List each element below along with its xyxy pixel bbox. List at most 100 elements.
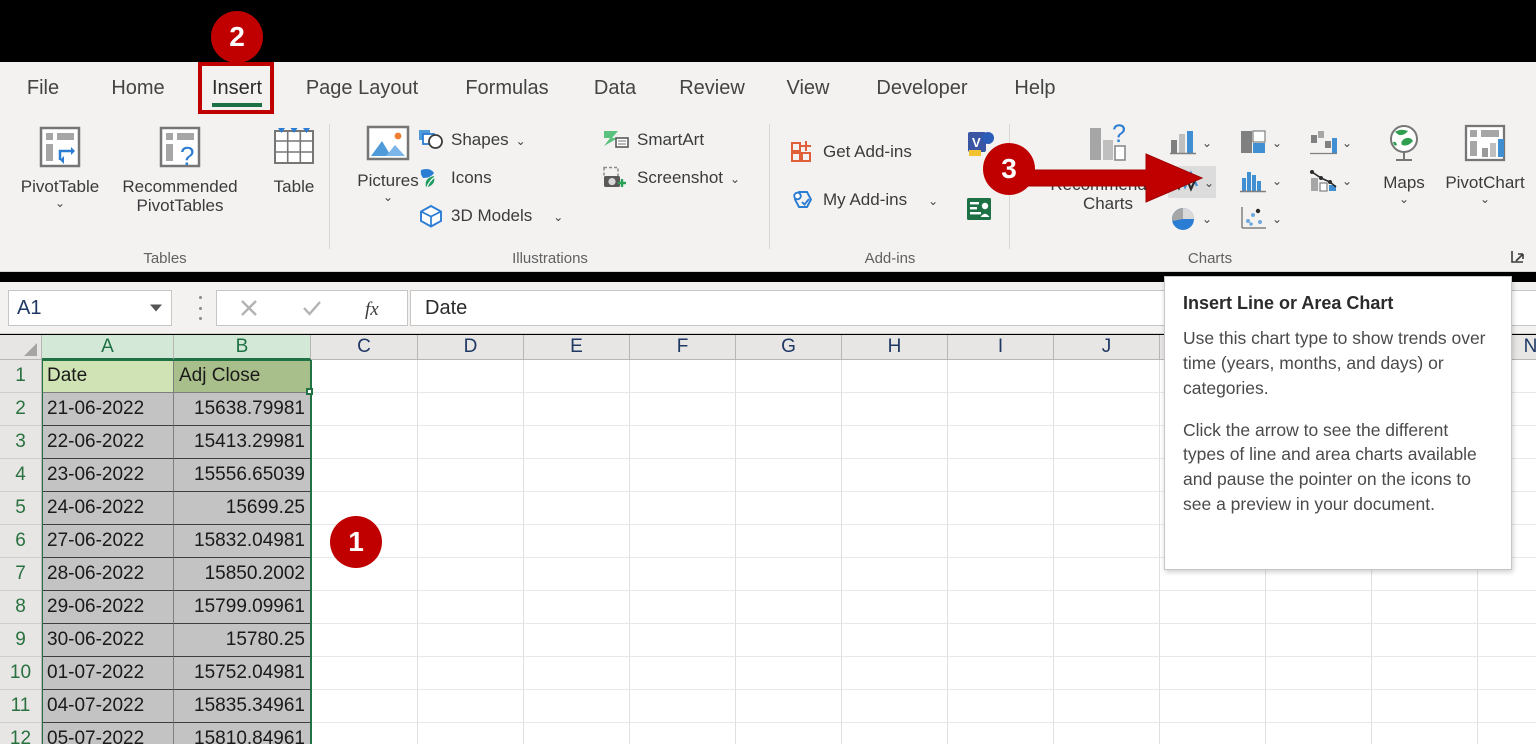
cell-H1[interactable] [842,360,948,393]
my-addins-button[interactable]: My Add-ins ⌄ [790,188,938,212]
cell-B3[interactable]: 15413.29981 [174,426,311,459]
cell-A5[interactable]: 24-06-2022 [42,492,174,525]
cell-G2[interactable] [736,393,842,426]
cell-H4[interactable] [842,459,948,492]
cell-J12[interactable] [1054,723,1160,744]
cell-D3[interactable] [418,426,524,459]
row-header-11[interactable]: 11 [0,690,42,723]
cell-M12[interactable] [1372,723,1478,744]
cell-C4[interactable] [311,459,418,492]
column-header-a[interactable]: A [42,335,174,360]
cell-F10[interactable] [630,657,736,690]
3d-models-button[interactable]: 3D Models ⌄ [418,204,563,228]
cell-A10[interactable]: 01-07-2022 [42,657,174,690]
cell-L8[interactable] [1266,591,1372,624]
cell-M8[interactable] [1372,591,1478,624]
cell-A4[interactable]: 23-06-2022 [42,459,174,492]
row-header-8[interactable]: 8 [0,591,42,624]
cell-A8[interactable]: 29-06-2022 [42,591,174,624]
chevron-down-icon[interactable]: ⌄ [55,197,65,209]
cell-L12[interactable] [1266,723,1372,744]
chevron-down-icon[interactable]: ⌄ [1272,213,1282,225]
cell-H8[interactable] [842,591,948,624]
cell-A3[interactable]: 22-06-2022 [42,426,174,459]
cell-E1[interactable] [524,360,630,393]
tab-formulas[interactable]: Formulas [444,62,570,114]
cell-B11[interactable]: 15835.34961 [174,690,311,723]
cell-N8[interactable] [1478,591,1536,624]
cell-J6[interactable] [1054,525,1160,558]
row-header-2[interactable]: 2 [0,393,42,426]
cell-C2[interactable] [311,393,418,426]
cell-H7[interactable] [842,558,948,591]
insert-statistic-chart-button[interactable]: ⌄ [1238,166,1282,194]
cell-E5[interactable] [524,492,630,525]
cell-H5[interactable] [842,492,948,525]
cell-I5[interactable] [948,492,1054,525]
name-box[interactable]: A1 [8,290,172,326]
chevron-down-icon[interactable]: ⌄ [1480,193,1490,205]
cell-E8[interactable] [524,591,630,624]
cell-E10[interactable] [524,657,630,690]
cell-I12[interactable] [948,723,1054,744]
enter-button[interactable] [280,291,343,325]
chevron-down-icon[interactable]: ⌄ [383,191,393,203]
insert-hierarchy-chart-button[interactable]: ⌄ [1238,128,1282,156]
pivot-table-button[interactable]: PivotTable ⌄ [14,122,106,209]
row-header-7[interactable]: 7 [0,558,42,591]
cell-I11[interactable] [948,690,1054,723]
cell-C3[interactable] [311,426,418,459]
cell-H2[interactable] [842,393,948,426]
cell-D12[interactable] [418,723,524,744]
people-graph-button[interactable] [966,196,994,227]
cell-E6[interactable] [524,525,630,558]
cell-N10[interactable] [1478,657,1536,690]
cell-L10[interactable] [1266,657,1372,690]
row-header-1[interactable]: 1 [0,360,42,393]
recommended-pivot-tables-button[interactable]: ? Recommended PivotTables [106,122,254,215]
cell-I6[interactable] [948,525,1054,558]
column-header-f[interactable]: F [630,335,736,360]
cell-I10[interactable] [948,657,1054,690]
tab-insert[interactable]: Insert [200,62,274,114]
cell-B5[interactable]: 15699.25 [174,492,311,525]
cell-F9[interactable] [630,624,736,657]
cell-E4[interactable] [524,459,630,492]
cell-B7[interactable]: 15850.2002 [174,558,311,591]
cell-J10[interactable] [1054,657,1160,690]
cell-H10[interactable] [842,657,948,690]
row-header-4[interactable]: 4 [0,459,42,492]
smartart-button[interactable]: SmartArt [602,128,704,152]
cell-J2[interactable] [1054,393,1160,426]
tab-developer[interactable]: Developer [852,62,992,114]
insert-combo-chart-button[interactable]: ⌄ [1308,166,1352,194]
tab-view[interactable]: View [772,62,844,114]
tab-data[interactable]: Data [578,62,652,114]
cell-K11[interactable] [1160,690,1266,723]
screenshot-button[interactable]: Screenshot ⌄ [602,166,740,190]
cell-B8[interactable]: 15799.09961 [174,591,311,624]
row-header-5[interactable]: 5 [0,492,42,525]
cell-C10[interactable] [311,657,418,690]
cell-F2[interactable] [630,393,736,426]
cancel-button[interactable] [217,291,280,325]
chevron-down-icon[interactable]: ⌄ [730,173,740,185]
cell-A6[interactable]: 27-06-2022 [42,525,174,558]
row-header-12[interactable]: 12 [0,723,42,744]
chevron-down-icon[interactable]: ⌄ [1399,193,1409,205]
cell-C11[interactable] [311,690,418,723]
cell-F4[interactable] [630,459,736,492]
cell-J1[interactable] [1054,360,1160,393]
cell-G5[interactable] [736,492,842,525]
cell-B12[interactable]: 15810.84961 [174,723,311,744]
cell-G6[interactable] [736,525,842,558]
shapes-button[interactable]: Shapes ⌄ [418,128,526,152]
get-addins-button[interactable]: Get Add-ins [790,140,912,164]
cell-L9[interactable] [1266,624,1372,657]
cell-I8[interactable] [948,591,1054,624]
tab-home[interactable]: Home [92,62,184,114]
cell-K8[interactable] [1160,591,1266,624]
cell-F11[interactable] [630,690,736,723]
cell-A1[interactable]: Date [42,360,174,393]
cell-B9[interactable]: 15780.25 [174,624,311,657]
